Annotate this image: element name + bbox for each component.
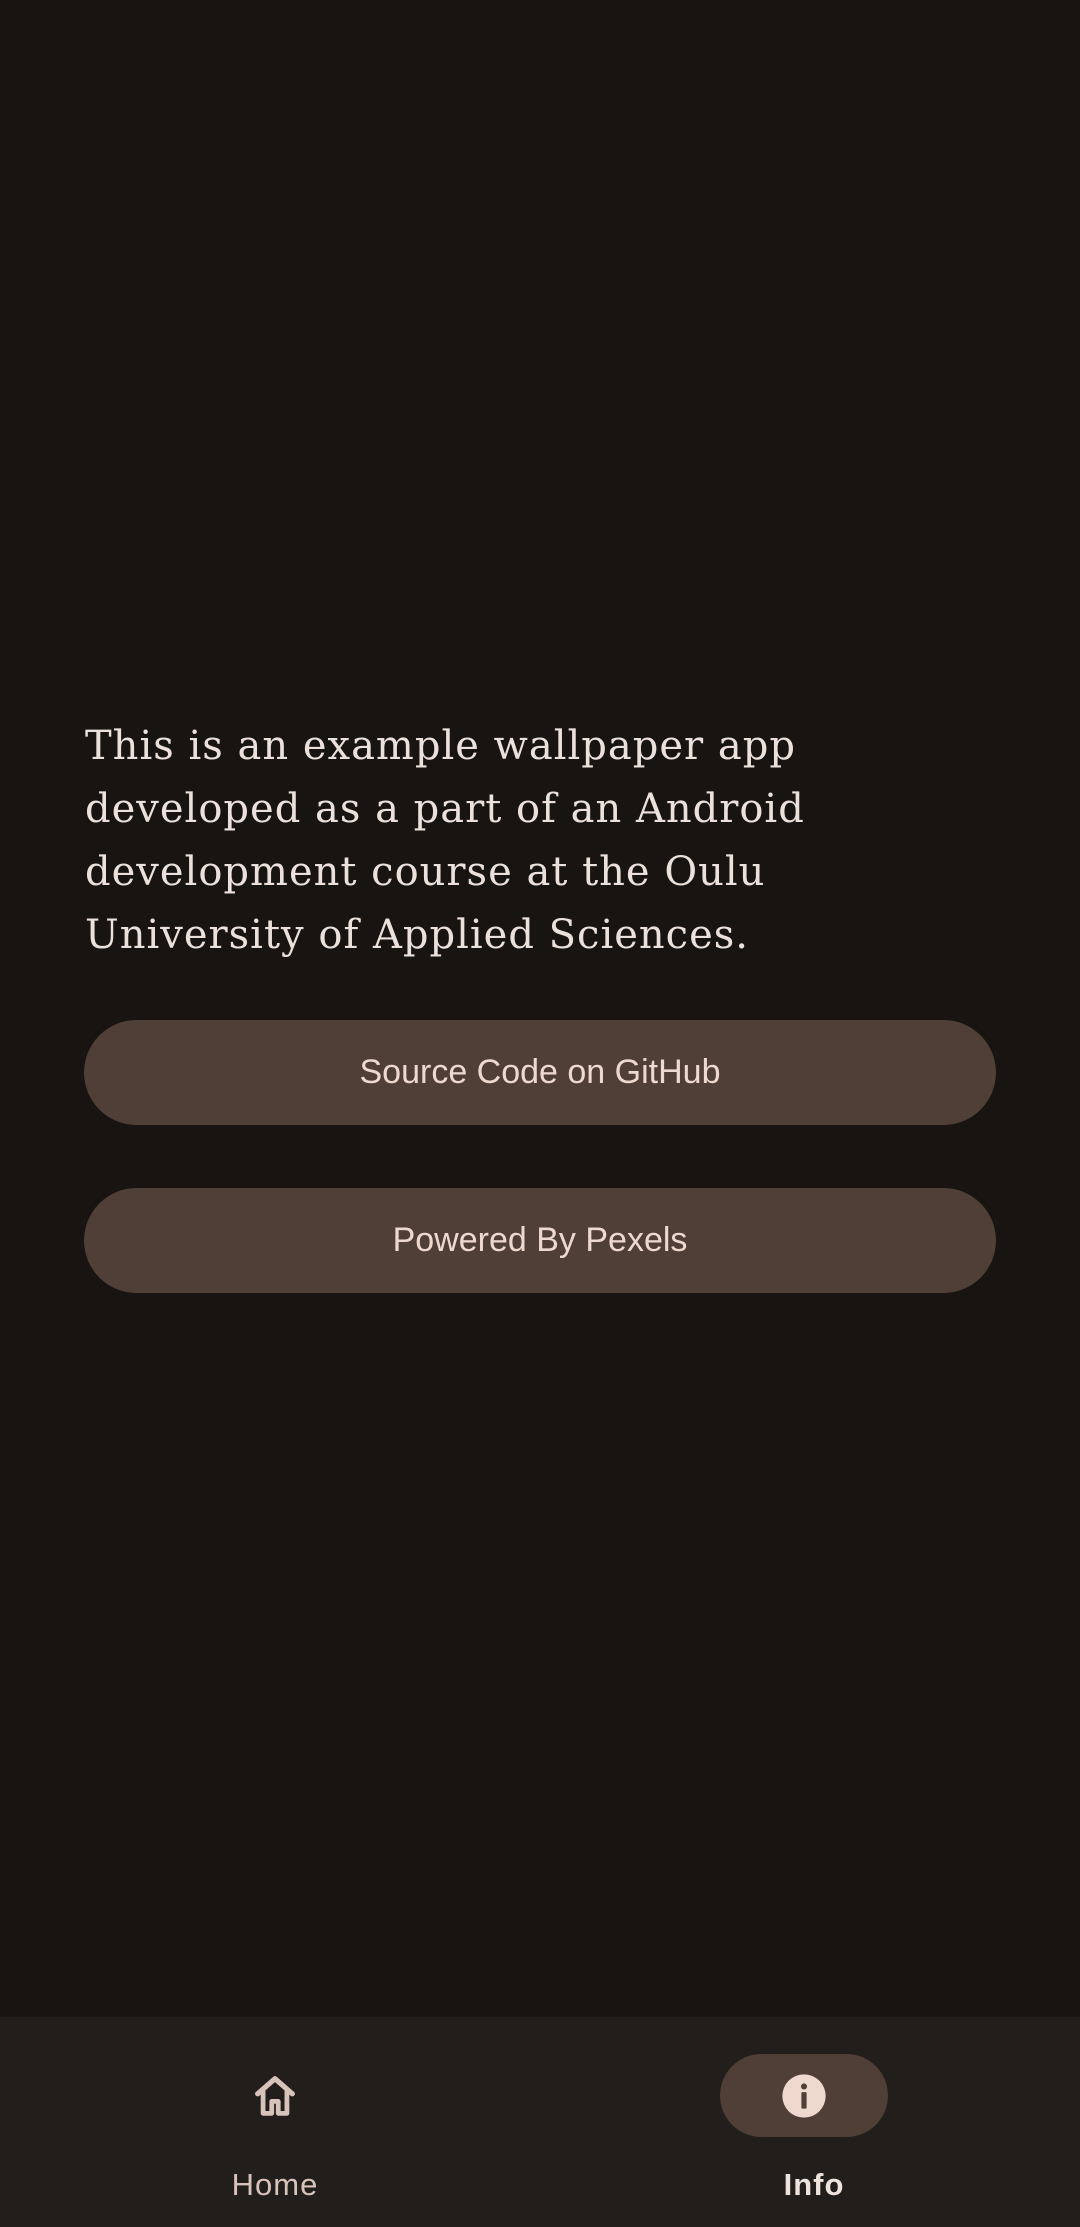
nav-label-info: Info: [783, 2167, 845, 2202]
nav-item-info[interactable]: Info: [540, 2017, 1080, 2227]
bottom-navigation-bar: Home Info: [0, 2017, 1080, 2227]
source-code-github-button[interactable]: Source Code on GitHub: [84, 1020, 996, 1125]
nav-item-home[interactable]: Home: [0, 2017, 540, 2227]
home-icon: [255, 2076, 295, 2116]
info-icon: [782, 2074, 826, 2118]
info-content: This is an example wallpaper app develop…: [85, 715, 997, 967]
powered-by-pexels-button[interactable]: Powered By Pexels: [84, 1188, 996, 1293]
app-description: This is an example wallpaper app develop…: [85, 723, 805, 958]
nav-label-home: Home: [231, 2167, 319, 2202]
